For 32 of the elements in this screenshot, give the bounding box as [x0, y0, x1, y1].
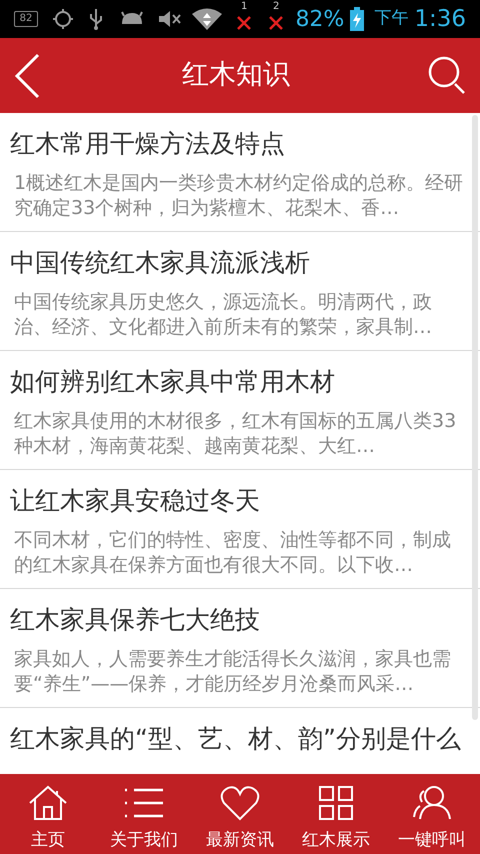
nav-tab[interactable]: 最新资讯 — [192, 774, 288, 854]
nav-tab[interactable]: 一键呼叫 — [384, 774, 480, 854]
article-summary: 1概述红木是国内一类珍贵木材约定俗成的总称。经研究确定33个树种，归为紫檀木、花梨木、香… — [13, 171, 464, 221]
gps-icon — [52, 8, 74, 30]
article-title: 红木常用干燥方法及特点 — [10, 128, 286, 160]
article-title: 让红木家具安稳过冬天 — [10, 485, 261, 517]
people-icon — [412, 785, 452, 821]
article-title: 中国传统红木家具流派浅析 — [10, 247, 311, 279]
page-title: 红木知识 — [182, 58, 290, 92]
article-summary: 中国传统家具历史悠久，源远流长。明清两代，政治、经济、文化都进入前所未有的繁荣，家具制… — [13, 290, 433, 340]
article-title: 红木家具保养七大绝技 — [10, 604, 261, 636]
article-summary: 家具如人，人需要养生才能活得长久滋润，家具也需要“养生”——保养，才能历经岁月沧桑而风采… — [13, 647, 452, 697]
search-button[interactable] — [428, 56, 466, 96]
list-icon — [124, 788, 164, 818]
nav-tab[interactable]: 红木展示 — [288, 774, 384, 854]
battery-charging-icon — [350, 7, 364, 31]
mute-icon — [158, 9, 182, 29]
article-summary: 不同木材，它们的特性、密度、油性等都不同，制成的红木家具在保养方面也有很大不同。以下收… — [13, 528, 452, 578]
article-title: 红木家具的“型、艺、材、韵”分别是什么 — [10, 723, 462, 755]
heart-icon — [220, 785, 260, 821]
nav-tab[interactable]: 主页 — [0, 774, 96, 854]
wifi-icon — [192, 7, 222, 31]
nav-tab[interactable]: 关于我们 — [96, 774, 192, 854]
article-title: 如何辨别红木家具中常用木材 — [10, 366, 336, 398]
clock: 1:36 — [414, 4, 466, 34]
battery-percent: 82% — [295, 6, 344, 34]
grid-icon — [319, 786, 353, 820]
storage-badge: 82 — [14, 11, 38, 27]
time-period: 下午 — [374, 7, 408, 30]
home-icon — [28, 785, 68, 821]
usb-icon — [88, 8, 104, 30]
article-summary: 红木家具使用的木材很多，红木有国标的五属八类33种木材，海南黄花梨、越南黄花梨、大红… — [13, 409, 458, 459]
